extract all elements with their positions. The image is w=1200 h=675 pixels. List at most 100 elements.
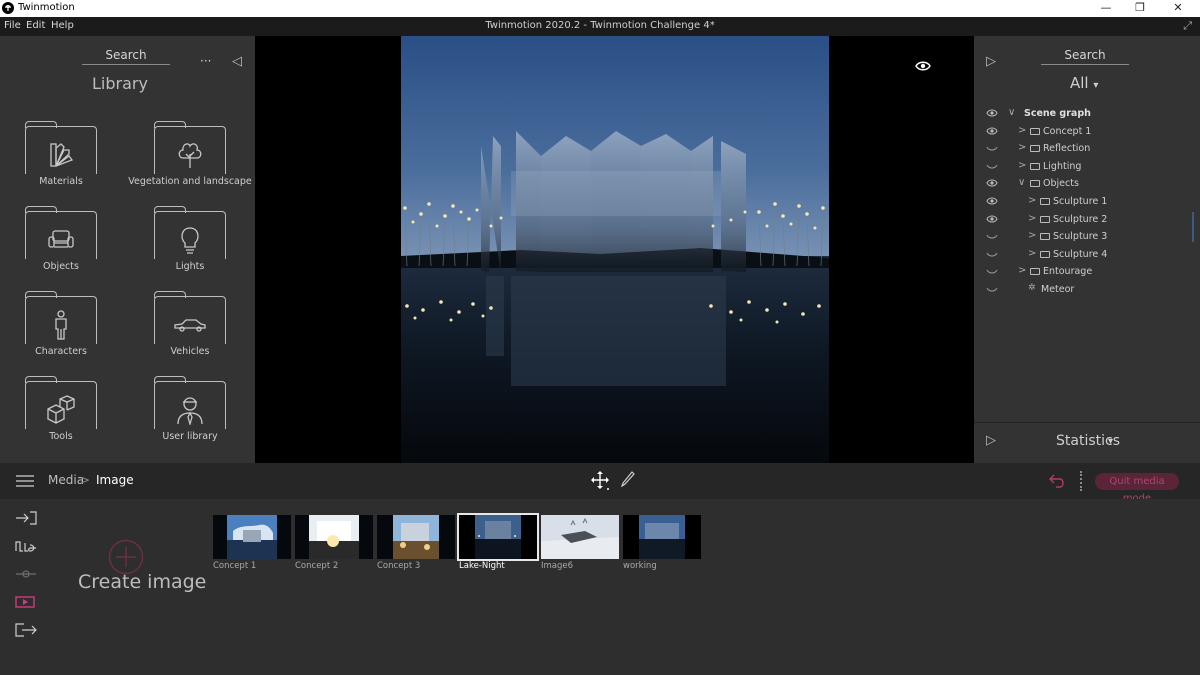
- create-image-button[interactable]: Create image: [78, 537, 206, 617]
- scene-tree-item[interactable]: ✲ Meteor: [974, 282, 1200, 299]
- folder-icon: [1040, 233, 1050, 241]
- scene-tree-label: Sculpture 2: [1053, 213, 1108, 225]
- chevron-right-icon[interactable]: >: [1018, 265, 1026, 276]
- breadcrumb-media[interactable]: Media: [48, 473, 84, 487]
- scene-tree-label: Sculpture 1: [1053, 196, 1108, 207]
- import-icon[interactable]: [14, 511, 38, 525]
- library-folder-objects[interactable]: Objects: [1, 206, 121, 291]
- media-thumbnail[interactable]: [213, 515, 291, 559]
- library-folder-vegetation[interactable]: Vegetation and landscape: [128, 121, 252, 206]
- menu-bar: Twinmotion 2020.2 - Twinmotion Challenge…: [0, 17, 1200, 36]
- scene-tree-item[interactable]: > Lighting: [974, 159, 1200, 176]
- pencil-icon[interactable]: [621, 471, 635, 487]
- export-icon[interactable]: [14, 623, 38, 637]
- media-toolbar: Media > Image Quit media mode: [0, 463, 1200, 504]
- library-folder-user-library[interactable]: User library: [130, 376, 250, 461]
- eye-closed-icon[interactable]: [986, 143, 998, 153]
- undo-icon[interactable]: [1048, 473, 1066, 489]
- media-thumbnail[interactable]: [541, 515, 619, 559]
- eye-open-icon[interactable]: [986, 214, 998, 224]
- breadcrumb-image: Image: [96, 473, 134, 487]
- eye-closed-icon[interactable]: [986, 284, 998, 294]
- user-icon: [177, 397, 203, 425]
- eye-open-icon[interactable]: [986, 178, 998, 188]
- scene-tree-label: Meteor: [1041, 284, 1075, 295]
- scene-tree-label: Concept 1: [1043, 125, 1092, 137]
- media-thumbnail[interactable]: [623, 515, 701, 559]
- minimize-button[interactable]: —: [1088, 0, 1124, 17]
- library-folder-characters[interactable]: Characters: [1, 291, 121, 376]
- media-thumbnail[interactable]: [295, 515, 373, 559]
- scene-tree-item[interactable]: > Reflection: [974, 141, 1200, 158]
- library-search[interactable]: Search: [82, 48, 170, 65]
- eye-open-icon[interactable]: [986, 196, 998, 206]
- thumbnail-image: [623, 515, 701, 559]
- collapse-panel-icon[interactable]: ◁: [232, 54, 242, 69]
- scene-tree-item[interactable]: > Sculpture 3: [974, 229, 1200, 246]
- chevron-right-icon[interactable]: >: [1028, 195, 1036, 206]
- keyframe-icon[interactable]: [14, 567, 38, 581]
- thumbnail-label: Concept 1: [213, 561, 257, 571]
- menu-file[interactable]: File: [4, 20, 21, 31]
- scene-tree-item[interactable]: ∨ Scene graph: [974, 106, 1200, 123]
- maximize-button[interactable]: ❐: [1122, 0, 1158, 17]
- eye-closed-icon[interactable]: [986, 249, 998, 259]
- scene-tree-item[interactable]: > Entourage: [974, 264, 1200, 281]
- eye-closed-icon[interactable]: [986, 266, 998, 276]
- statistics-bar[interactable]: ▷ Statistics ▾: [974, 422, 1200, 463]
- app-name: Twinmotion: [18, 2, 75, 13]
- eye-icon[interactable]: [915, 60, 931, 72]
- chevron-right-icon[interactable]: >: [1018, 125, 1026, 136]
- hamburger-menu-icon[interactable]: [16, 475, 34, 487]
- expand-panel-icon[interactable]: ▷: [986, 54, 996, 69]
- scrollbar[interactable]: [1192, 212, 1194, 242]
- scene-tree-item[interactable]: > Sculpture 2: [974, 212, 1200, 229]
- library-folder-materials[interactable]: Materials: [1, 121, 121, 206]
- breadcrumb-separator: >: [80, 473, 91, 487]
- close-button[interactable]: ✕: [1160, 0, 1196, 17]
- quit-media-mode-button[interactable]: Quit media mode: [1095, 473, 1179, 504]
- toolbar-divider: [1080, 471, 1082, 491]
- chevron-right-icon[interactable]: >: [1028, 230, 1036, 241]
- scene-filter-dropdown[interactable]: All ▾: [1070, 74, 1098, 92]
- lightbulb-icon: [181, 227, 199, 254]
- eye-open-icon[interactable]: [986, 126, 998, 136]
- chevron-down-icon: ▾: [1093, 80, 1099, 91]
- fullscreen-icon[interactable]: ⤢: [1183, 19, 1192, 33]
- scene-tree-item[interactable]: > Sculpture 4: [974, 247, 1200, 264]
- library-folder-lights[interactable]: Lights: [130, 206, 250, 291]
- animation-curve-icon[interactable]: [14, 539, 38, 553]
- media-thumbnail[interactable]: [377, 515, 455, 559]
- expand-statistics-icon[interactable]: ▷: [986, 433, 996, 448]
- eye-closed-icon[interactable]: [986, 161, 998, 171]
- folder-icon: [1040, 215, 1050, 223]
- scene-search[interactable]: Search: [1041, 48, 1129, 65]
- library-folder-tools[interactable]: Tools: [1, 376, 121, 461]
- menu-help[interactable]: Help: [51, 20, 74, 31]
- image-media-icon[interactable]: [14, 595, 38, 609]
- cubes-icon: [47, 395, 75, 424]
- move-icon[interactable]: [591, 471, 611, 491]
- chevron-down-icon[interactable]: ∨: [1018, 177, 1025, 188]
- scene-tree-item[interactable]: ∨ Objects: [974, 176, 1200, 193]
- menu-edit[interactable]: Edit: [26, 20, 45, 31]
- chevron-right-icon[interactable]: >: [1018, 142, 1026, 153]
- scene-tree-item[interactable]: > Sculpture 1: [974, 194, 1200, 211]
- eye-closed-icon[interactable]: [986, 231, 998, 241]
- eye-open-icon[interactable]: [986, 108, 998, 118]
- library-folder-vehicles[interactable]: Vehicles: [130, 291, 250, 376]
- chevron-right-icon[interactable]: >: [1028, 213, 1036, 224]
- media-thumbnail-selected[interactable]: [457, 513, 539, 561]
- chevron-right-icon[interactable]: >: [1018, 160, 1026, 171]
- chevron-right-icon[interactable]: >: [1028, 248, 1036, 259]
- chevron-down-icon: ▾: [1108, 436, 1114, 447]
- add-circle-icon: [108, 539, 144, 575]
- more-options-icon[interactable]: ···: [200, 54, 211, 68]
- car-icon: [174, 319, 206, 332]
- viewport[interactable]: [255, 36, 974, 463]
- chevron-down-icon[interactable]: ∨: [1008, 107, 1015, 118]
- scene-tree-label: Objects: [1043, 178, 1079, 190]
- scene-tree-item[interactable]: > Concept 1: [974, 124, 1200, 141]
- scene-panel: ▷ Search All ▾ ∨ Scene graph > Concept 1 > Re…: [974, 36, 1200, 463]
- light-source-icon: ✲: [1028, 283, 1036, 293]
